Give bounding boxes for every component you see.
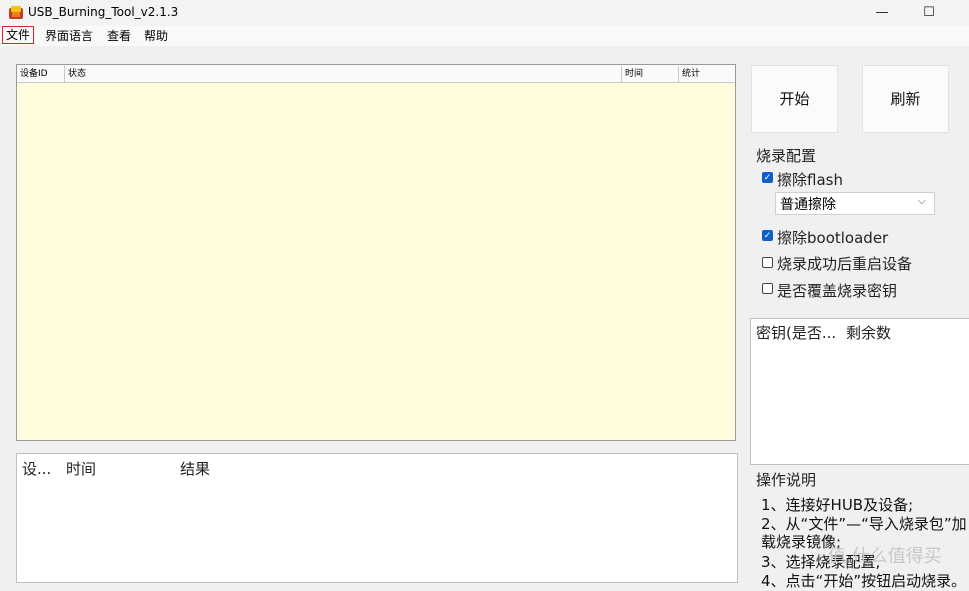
device-table[interactable] [16, 64, 736, 441]
window-title: USB_Burning_Tool_v2.1.3 [28, 5, 179, 19]
menu-help[interactable]: 帮助 [142, 28, 170, 44]
log-column-device[interactable]: 设... [22, 458, 51, 479]
erase-flash-checkbox[interactable]: ✓ [762, 172, 773, 183]
refresh-button[interactable]: 刷新 [862, 65, 949, 133]
column-header-time[interactable]: 时间 [622, 66, 679, 82]
menu-language[interactable]: 界面语言 [43, 28, 95, 44]
erase-flash-label[interactable]: 擦除flash [777, 169, 843, 190]
column-header-status[interactable]: 状态 [65, 66, 622, 82]
watermark: 值 什么值得买 [828, 546, 942, 567]
erase-bootloader-label[interactable]: 擦除bootloader [777, 227, 888, 248]
maximize-icon[interactable]: ☐ [915, 2, 943, 24]
erase-bootloader-checkbox[interactable]: ✓ [762, 230, 773, 241]
instructions-title: 操作说明 [756, 471, 817, 489]
key-column-remaining[interactable]: 剩余数 [846, 322, 891, 343]
column-header-device-id[interactable]: 设备ID [17, 66, 65, 82]
log-list[interactable] [16, 453, 738, 583]
menu-view[interactable]: 查看 [105, 28, 133, 44]
overwrite-key-label[interactable]: 是否覆盖烧录密钥 [777, 280, 897, 301]
minimize-icon[interactable]: — [868, 2, 896, 24]
reboot-after-label[interactable]: 烧录成功后重启设备 [777, 253, 912, 274]
config-section-title: 烧录配置 [756, 147, 817, 165]
menu-file[interactable]: 文件 [1, 26, 35, 44]
reboot-after-checkbox[interactable] [762, 257, 773, 268]
erase-mode-value: 普通擦除 [780, 197, 836, 213]
key-column-key[interactable]: 密钥(是否... [756, 322, 836, 343]
start-button[interactable]: 开始 [751, 65, 838, 133]
chevron-down-icon: ⌵ [918, 196, 926, 207]
instruction-line: 1、连接好HUB及设备; [761, 496, 914, 514]
log-column-time[interactable]: 时间 [66, 458, 96, 479]
app-icon [9, 6, 23, 19]
log-column-result[interactable]: 结果 [180, 458, 210, 479]
overwrite-key-checkbox[interactable] [762, 283, 773, 294]
column-header-stats[interactable]: 统计 [679, 66, 735, 82]
